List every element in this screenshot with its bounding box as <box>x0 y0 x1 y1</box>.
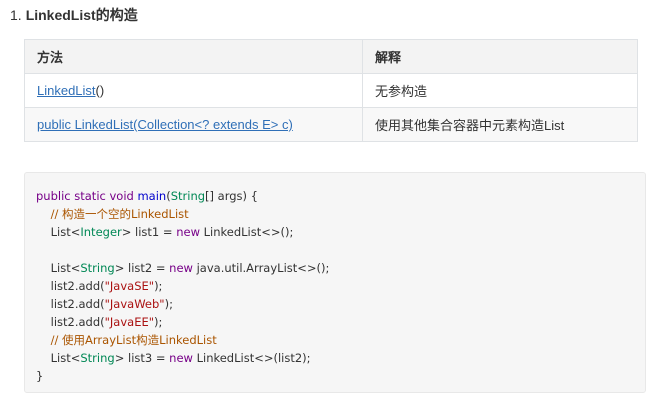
code-line: } <box>36 369 44 383</box>
code-line: // 构造一个空的LinkedList <box>50 207 189 221</box>
heading-title: LinkedList的构造 <box>25 7 138 23</box>
code-line: public static void main(String[] args) { <box>36 189 258 203</box>
code-line: List<Integer> list1 = new LinkedList<>()… <box>50 225 294 239</box>
column-header-description: 解释 <box>362 39 638 74</box>
code-line: List<String> list3 = new LinkedList<>(li… <box>50 351 311 365</box>
method-cell: LinkedList() <box>24 73 363 108</box>
code-line: List<String> list2 = new java.util.Array… <box>50 261 330 275</box>
table-row: LinkedList() 无参构造 <box>24 73 638 108</box>
section-heading: 1. LinkedList的构造 <box>10 6 138 24</box>
constructor-table: 方法 解释 LinkedList() 无参构造 public LinkedLis… <box>24 39 638 142</box>
method-cell: public LinkedList(Collection<? extends E… <box>24 107 363 142</box>
code-line: list2.add("JavaWeb"); <box>50 297 173 311</box>
code-line: // 使用ArrayList构造LinkedList <box>50 333 217 347</box>
method-link[interactable]: public LinkedList(Collection<? extends E… <box>37 117 293 132</box>
code-line: list2.add("JavaSE"); <box>50 279 163 293</box>
code-block: public static void main(String[] args) {… <box>24 172 646 393</box>
code-line: list2.add("JavaEE"); <box>50 315 163 329</box>
method-suffix: () <box>95 83 105 98</box>
description-cell: 使用其他集合容器中元素构造List <box>362 107 638 142</box>
method-link[interactable]: LinkedList <box>37 83 96 98</box>
table-header-row: 方法 解释 <box>24 39 638 74</box>
table-row: public LinkedList(Collection<? extends E… <box>24 107 638 142</box>
description-cell: 无参构造 <box>362 73 638 108</box>
heading-number: 1. <box>10 7 22 23</box>
column-header-method: 方法 <box>24 39 363 74</box>
